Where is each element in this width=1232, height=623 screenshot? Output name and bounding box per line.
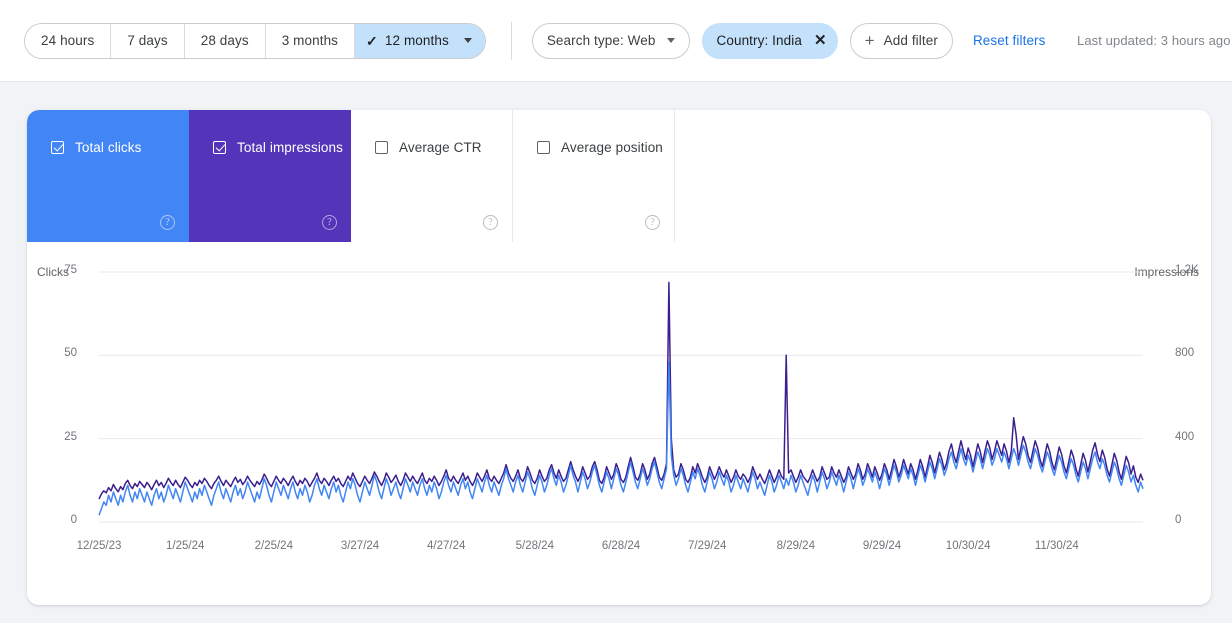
metric-card-header: Average CTR bbox=[375, 140, 512, 155]
checkbox-checked-icon[interactable] bbox=[213, 141, 226, 154]
x-axis-tick: 5/28/24 bbox=[515, 540, 554, 552]
date-range-28-days-label: 28 days bbox=[200, 33, 249, 48]
search-type-filter-chip[interactable]: Search type: Web bbox=[531, 22, 690, 59]
plus-icon: + bbox=[864, 31, 875, 50]
performance-chart[interactable]: Clicks Impressions 0 0 25 400 50 800 75 1.2K 12/… bbox=[27, 242, 1211, 605]
metric-label-average-ctr: Average CTR bbox=[399, 140, 482, 155]
y-axis-left-tick: 25 bbox=[64, 430, 77, 443]
performance-panel: Total clicks ? Total impressions ? Avera… bbox=[27, 110, 1211, 605]
add-filter-button[interactable]: + Add filter bbox=[849, 22, 953, 59]
country-filter-chip[interactable]: Country: India ✕ bbox=[701, 22, 838, 59]
date-range-selector[interactable]: 24 hours 7 days 28 days 3 months ✓ 12 mo… bbox=[24, 22, 486, 59]
check-icon: ✓ bbox=[366, 32, 378, 49]
y-axis-right-tick: 1.2K bbox=[1175, 264, 1199, 276]
metric-card-average-position[interactable]: Average position ? bbox=[513, 110, 675, 242]
x-axis-tick: 12/25/23 bbox=[76, 540, 122, 552]
x-axis-tick: 9/29/24 bbox=[862, 540, 902, 552]
last-updated-status: Last updated: 3 hours ago bbox=[1077, 33, 1231, 48]
date-range-7-days-label: 7 days bbox=[127, 33, 168, 48]
x-axis-tick: 3/27/24 bbox=[340, 540, 380, 552]
x-axis-tick: 7/29/24 bbox=[688, 540, 727, 552]
search-type-filter-label: Search type: Web bbox=[546, 33, 656, 48]
metric-card-average-ctr[interactable]: Average CTR ? bbox=[351, 110, 513, 242]
x-axis-tick: 10/30/24 bbox=[945, 540, 991, 552]
metric-card-total-clicks[interactable]: Total clicks ? bbox=[27, 110, 189, 242]
y-axis-left-tick: 50 bbox=[64, 347, 77, 360]
filter-toolbar: 24 hours 7 days 28 days 3 months ✓ 12 mo… bbox=[0, 0, 1232, 82]
date-range-12-months-label: 12 months bbox=[384, 33, 449, 48]
metric-card-header: Total clicks bbox=[51, 140, 189, 155]
date-range-7-days[interactable]: 7 days bbox=[111, 23, 185, 58]
metric-label-total-impressions: Total impressions bbox=[237, 140, 343, 155]
metric-label-average-position: Average position bbox=[561, 140, 663, 155]
chevron-down-icon bbox=[463, 38, 472, 43]
date-range-28-days[interactable]: 28 days bbox=[184, 23, 266, 58]
x-axis-tick: 8/29/24 bbox=[776, 540, 815, 552]
x-axis-tick: 4/27/24 bbox=[427, 540, 466, 552]
y-axis-right-tick: 0 bbox=[1175, 514, 1182, 526]
checkbox-unchecked-icon[interactable] bbox=[537, 141, 550, 154]
chevron-down-icon bbox=[666, 38, 675, 43]
toolbar-divider bbox=[510, 21, 512, 60]
x-axis-tick: 6/28/24 bbox=[601, 540, 641, 552]
help-icon[interactable]: ? bbox=[322, 215, 337, 230]
help-icon[interactable]: ? bbox=[645, 215, 660, 230]
date-range-3-months[interactable]: 3 months bbox=[265, 23, 356, 58]
metric-card-header: Total impressions bbox=[213, 140, 351, 155]
metric-value-average-ctr bbox=[375, 169, 512, 199]
date-range-24-hours-label: 24 hours bbox=[41, 33, 95, 48]
metric-card-total-impressions[interactable]: Total impressions ? bbox=[189, 110, 351, 242]
reset-filters-link[interactable]: Reset filters bbox=[973, 33, 1046, 48]
y-axis-right-tick: 800 bbox=[1175, 347, 1195, 360]
date-range-12-months[interactable]: ✓ 12 months bbox=[355, 23, 485, 58]
checkbox-checked-icon[interactable] bbox=[51, 141, 64, 154]
y-axis-left-tick: 0 bbox=[70, 514, 77, 526]
date-range-3-months-label: 3 months bbox=[281, 33, 339, 48]
metric-value-average-position bbox=[537, 169, 674, 199]
date-range-24-hours[interactable]: 24 hours bbox=[25, 23, 112, 58]
metric-label-total-clicks: Total clicks bbox=[75, 140, 142, 155]
x-axis-tick: 11/30/24 bbox=[1034, 540, 1079, 552]
metric-value-total-impressions bbox=[213, 169, 351, 199]
add-filter-label: Add filter bbox=[883, 33, 938, 48]
y-axis-left-tick: 75 bbox=[64, 264, 77, 276]
help-icon[interactable]: ? bbox=[160, 215, 175, 230]
y-axis-right-tick: 400 bbox=[1175, 430, 1195, 443]
metric-value-total-clicks bbox=[51, 169, 189, 199]
checkbox-unchecked-icon[interactable] bbox=[375, 141, 388, 154]
x-axis-tick: 1/25/24 bbox=[166, 540, 205, 552]
close-icon[interactable]: ✕ bbox=[814, 33, 827, 48]
help-icon[interactable]: ? bbox=[483, 215, 498, 230]
metric-card-header: Average position bbox=[537, 140, 674, 155]
x-axis-tick: 2/25/24 bbox=[254, 540, 293, 552]
chart-series-line bbox=[98, 281, 1144, 500]
metric-cards-row: Total clicks ? Total impressions ? Avera… bbox=[27, 110, 675, 242]
country-filter-label: Country: India bbox=[716, 33, 802, 48]
